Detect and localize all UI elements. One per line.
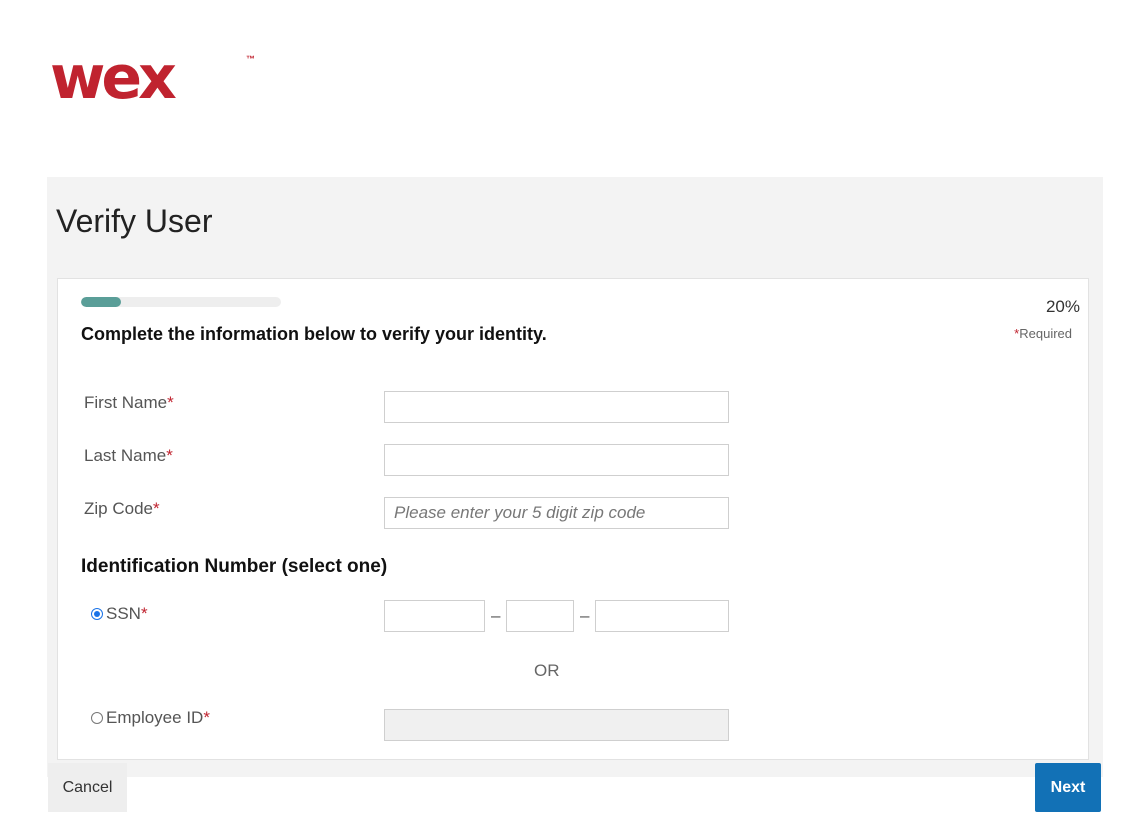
required-star: * [152,499,160,518]
identification-heading: Identification Number (select one) [81,556,388,577]
zip-code-label-text: Zip Code [84,499,153,518]
last-name-label-text: Last Name [84,446,167,465]
zip-code-input[interactable] [384,497,729,529]
ssn-option[interactable]: SSN * [91,604,148,624]
progress-bar [81,297,281,307]
verify-form-card: 20% *Required Complete the information b… [57,278,1089,760]
required-note-text: Required [1019,326,1072,341]
intro-text: Complete the information below to verify… [81,324,547,344]
first-name-input[interactable] [384,391,729,423]
first-name-label: First Name* [84,393,174,413]
last-name-label: Last Name* [84,446,173,466]
progress-percent: 20% [1045,297,1080,316]
ssn-separator-2: – [580,606,590,625]
verify-user-panel: Verify User 20% *Required Complete the i… [47,177,1103,777]
zip-code-label: Zip Code* [84,499,160,519]
progress-bar-fill [81,297,121,307]
required-star: * [140,604,148,623]
ssn-part-2-input[interactable] [506,600,574,632]
last-name-input[interactable] [384,444,729,476]
ssn-part-1-input[interactable] [384,600,485,632]
page-title: Verify User [56,203,213,239]
first-name-label-text: First Name [84,393,168,412]
logo-text: wex [50,43,177,113]
ssn-part-3-input[interactable] [595,600,729,632]
wex-logo: wex ™ [50,48,255,108]
logo-trademark: ™ [246,54,255,64]
employee-id-label: Employee ID [106,708,204,727]
required-star: * [167,393,174,412]
employee-id-option[interactable]: Employee ID * [91,708,210,728]
or-separator: OR [534,661,560,680]
ssn-radio[interactable] [91,608,103,620]
next-button[interactable]: Next [1035,763,1101,812]
ssn-separator-1: – [491,606,501,625]
required-star: * [166,446,173,465]
required-star: * [203,708,210,727]
cancel-button[interactable]: Cancel [48,763,127,812]
required-note: *Required [1014,326,1072,341]
employee-id-radio[interactable] [91,712,103,724]
ssn-label: SSN [106,604,141,623]
employee-id-input[interactable] [384,709,729,741]
